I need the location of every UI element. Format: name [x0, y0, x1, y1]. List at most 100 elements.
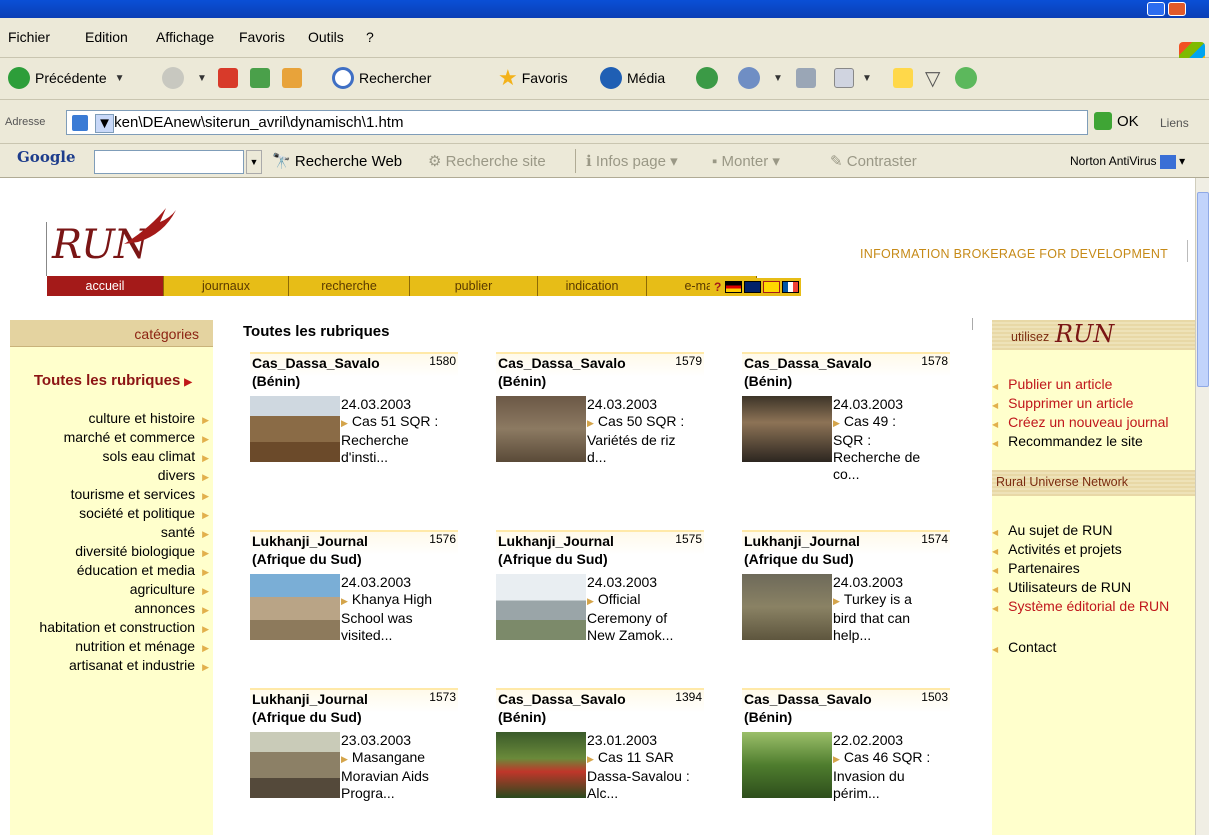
- chevron-down-icon[interactable]: ▼: [246, 150, 262, 174]
- article-card[interactable]: Lukhanji_Journal (Afrique du Sud) 1575 24.0…: [496, 530, 704, 643]
- article-source[interactable]: Cas_Dassa_Savalo (Bénin): [744, 690, 904, 726]
- forward-button[interactable]: ▼: [162, 66, 207, 90]
- article-source[interactable]: Lukhanji_Journal (Afrique du Sud): [744, 532, 904, 568]
- category-item[interactable]: santé ▶: [161, 524, 209, 540]
- category-item[interactable]: agriculture ▶: [130, 581, 209, 597]
- article-summary[interactable]: 24.03.2003 ▶ Cas 50 SQR : Variétés de riz d.…: [587, 396, 705, 466]
- article-source[interactable]: Lukhanji_Journal (Afrique du Sud): [252, 690, 412, 726]
- link-publish-article[interactable]: ◀ Publier un article: [992, 376, 1112, 392]
- back-button[interactable]: Précédente ▼: [8, 66, 125, 90]
- tab-indication[interactable]: indication: [538, 276, 647, 296]
- article-thumbnail[interactable]: [742, 396, 832, 462]
- tab-publier[interactable]: publier: [410, 276, 538, 296]
- go-button[interactable]: OK: [1094, 112, 1139, 130]
- home-button[interactable]: [282, 66, 302, 90]
- article-card[interactable]: Lukhanji_Journal (Afrique du Sud) 1574 24.0…: [742, 530, 950, 643]
- article-summary[interactable]: 24.03.2003 ▶ Cas 51 SQR : Recherche d'insti.…: [341, 396, 459, 466]
- search-site-button[interactable]: ⚙ Recherche site: [428, 152, 546, 170]
- category-item[interactable]: nutrition et ménage ▶: [75, 638, 209, 654]
- article-thumbnail[interactable]: [496, 574, 586, 640]
- link-editorial[interactable]: ◀ Système éditorial de RUN: [992, 598, 1169, 614]
- article-card[interactable]: Lukhanji_Journal (Afrique du Sud) 1576 24.0…: [250, 530, 458, 643]
- category-item[interactable]: société et politique ▶: [79, 505, 209, 521]
- article-source[interactable]: Lukhanji_Journal (Afrique du Sud): [498, 532, 658, 568]
- article-summary[interactable]: 24.03.2003 ▶ Official Ceremony of New Zamok.…: [587, 574, 705, 644]
- link-contact[interactable]: ◀ Contact: [992, 639, 1056, 655]
- google-search-input[interactable]: [94, 150, 244, 174]
- article-thumbnail[interactable]: [250, 574, 340, 640]
- menu-affichage[interactable]: Affichage: [156, 29, 214, 45]
- tab-journaux[interactable]: journaux: [164, 276, 289, 296]
- menu-outils[interactable]: Outils: [308, 29, 344, 45]
- article-summary[interactable]: 22.02.2003 ▶ Cas 46 SQR : Invasion du périm.…: [833, 732, 951, 802]
- vertical-scrollbar[interactable]: [1195, 178, 1209, 835]
- article-source[interactable]: Cas_Dassa_Savalo (Bénin): [252, 354, 412, 390]
- link-activities[interactable]: ◀ Activités et projets: [992, 541, 1122, 557]
- flag-german[interactable]: [725, 281, 743, 293]
- address-input[interactable]: C:\ken\DEAnew\siterun_avril\dynamisch\1.…: [66, 110, 1088, 135]
- article-summary[interactable]: 23.03.2003 ▶ Masangane Moravian Aids Progra.…: [341, 732, 459, 802]
- favorites-button[interactable]: ★ Favoris: [498, 65, 568, 90]
- chevron-down-icon[interactable]: ▼: [95, 114, 114, 133]
- search-button[interactable]: Rechercher: [332, 66, 431, 90]
- link-delete-article[interactable]: ◀ Supprimer un article: [992, 395, 1133, 411]
- link-new-journal[interactable]: ◀ Créez un nouveau journal: [992, 414, 1169, 430]
- menu-favoris[interactable]: Favoris: [239, 29, 285, 45]
- category-item[interactable]: éducation et media ▶: [77, 562, 209, 578]
- link-recommend[interactable]: ◀ Recommandez le site: [992, 433, 1143, 449]
- article-thumbnail[interactable]: [742, 574, 832, 640]
- article-source[interactable]: Cas_Dassa_Savalo (Bénin): [498, 354, 658, 390]
- article-card[interactable]: Lukhanji_Journal (Afrique du Sud) 1573 23.0…: [250, 688, 458, 801]
- article-thumbnail[interactable]: [496, 396, 586, 462]
- up-button[interactable]: ▪ Monter ▾: [712, 152, 780, 170]
- page-info-button[interactable]: ℹ Infos page ▾: [586, 152, 678, 170]
- link-about[interactable]: ◀ Au sujet de RUN: [992, 522, 1112, 538]
- article-card[interactable]: Cas_Dassa_Savalo (Bénin) 1394 23.01.2003 ▶ Ca…: [496, 688, 704, 801]
- article-summary[interactable]: 24.03.2003 ▶ Turkey is a bird that can help.…: [833, 574, 951, 644]
- edit-button[interactable]: ▼: [834, 66, 872, 90]
- links-button[interactable]: Liens: [1160, 116, 1189, 130]
- article-thumbnail[interactable]: [250, 732, 340, 798]
- note-button[interactable]: [893, 66, 913, 90]
- category-item[interactable]: sols eau climat ▶: [102, 448, 209, 464]
- category-item[interactable]: habitation et construction ▶: [39, 619, 209, 635]
- article-source[interactable]: Lukhanji_Journal (Afrique du Sud): [252, 532, 412, 568]
- media-button[interactable]: Média: [600, 66, 665, 90]
- print-button[interactable]: [796, 66, 816, 90]
- tab-recherche[interactable]: recherche: [289, 276, 410, 296]
- flag-french[interactable]: [782, 281, 800, 293]
- tab-accueil[interactable]: accueil: [47, 276, 164, 296]
- menu-help[interactable]: ?: [366, 29, 374, 45]
- search-web-button[interactable]: 🔭 Recherche Web: [272, 152, 402, 170]
- history-button[interactable]: [696, 66, 723, 90]
- article-source[interactable]: Cas_Dassa_Savalo (Bénin): [498, 690, 658, 726]
- category-item[interactable]: annonces ▶: [134, 600, 209, 616]
- refresh-button[interactable]: [250, 66, 270, 90]
- menu-edition[interactable]: Edition: [85, 29, 128, 45]
- close-button[interactable]: [1168, 2, 1186, 16]
- article-summary[interactable]: 23.01.2003 ▶ Cas 11 SAR Dassa-Savalou : Alc.…: [587, 732, 705, 802]
- category-item[interactable]: divers ▶: [158, 467, 209, 483]
- article-thumbnail[interactable]: [496, 732, 586, 798]
- contrast-button[interactable]: ✎ Contraster: [830, 152, 917, 170]
- mail-button[interactable]: ▼: [738, 66, 783, 90]
- article-source[interactable]: Cas_Dassa_Savalo (Bénin): [744, 354, 904, 390]
- article-summary[interactable]: 24.03.2003 ▶ Khanya High School was visited.…: [341, 574, 459, 644]
- category-item[interactable]: culture et histoire ▶: [88, 410, 209, 426]
- stop-button[interactable]: [218, 66, 238, 90]
- norton-antivirus[interactable]: Norton AntiVirus ▾: [1070, 154, 1185, 169]
- category-all[interactable]: Toutes les rubriques ▶: [0, 372, 214, 389]
- category-item[interactable]: tourisme et services ▶: [71, 486, 209, 502]
- link-partners[interactable]: ◀ Partenaires: [992, 560, 1080, 576]
- flag-other[interactable]: [763, 281, 781, 293]
- messenger-button[interactable]: [955, 66, 982, 90]
- menu-fichier[interactable]: Fichier: [8, 29, 50, 45]
- filter-button[interactable]: ▽: [925, 66, 940, 90]
- article-summary[interactable]: 24.03.2003 ▶ Cas 49 : SQR : Recherche de co..…: [833, 396, 951, 483]
- article-card[interactable]: Cas_Dassa_Savalo (Bénin) 1580 24.03.2003 ▶ Ca…: [250, 352, 458, 465]
- category-item[interactable]: marché et commerce ▶: [64, 429, 209, 445]
- scroll-thumb[interactable]: [1197, 192, 1209, 387]
- link-users[interactable]: ◀ Utilisateurs de RUN: [992, 579, 1131, 595]
- category-item[interactable]: artisanat et industrie ▶: [69, 657, 209, 673]
- help-link[interactable]: ?: [714, 280, 721, 294]
